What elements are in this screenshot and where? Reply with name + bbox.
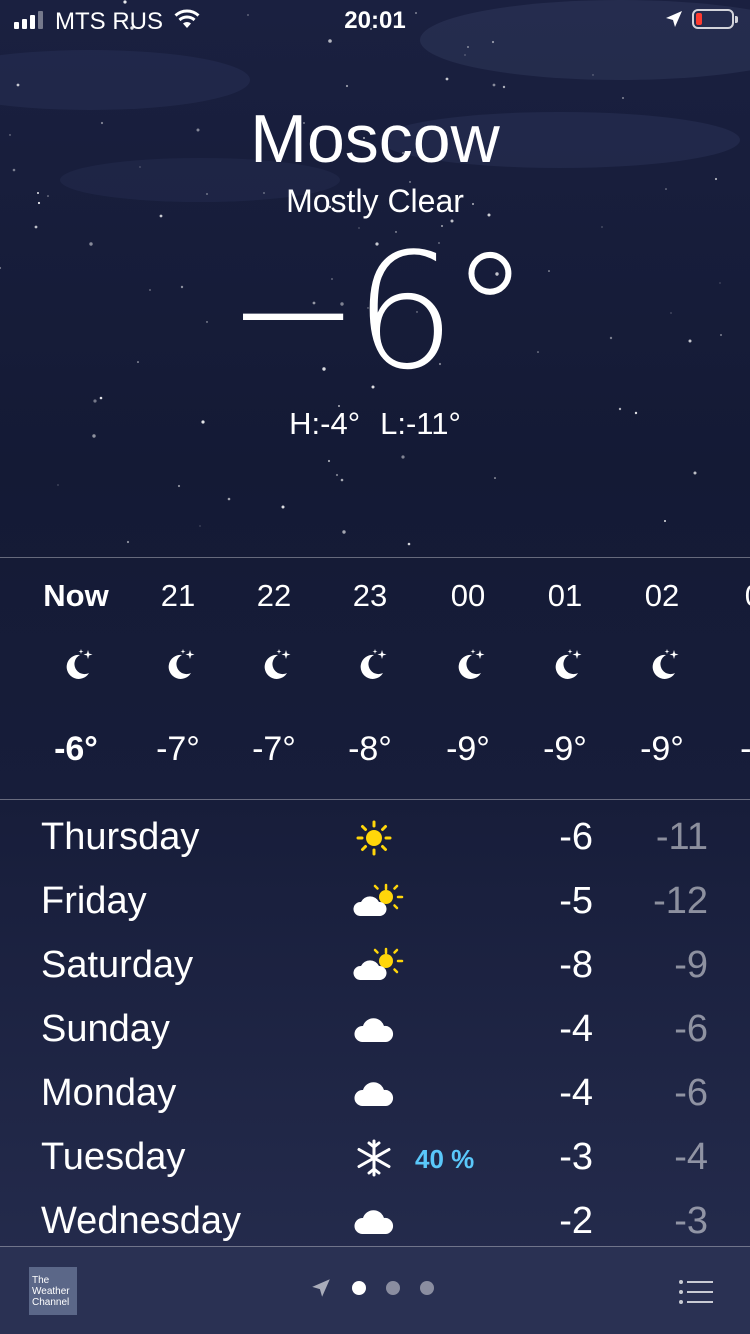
hour-label: 22 bbox=[256, 578, 292, 613]
day-high: -4 bbox=[559, 1072, 593, 1114]
current-temperature: −6° bbox=[226, 218, 530, 405]
hour-label: Now bbox=[43, 578, 109, 613]
snowflake-icon bbox=[352, 1138, 404, 1178]
hour-temp: -8° bbox=[348, 730, 392, 768]
page-dot[interactable] bbox=[420, 1281, 434, 1295]
day-name: Friday bbox=[41, 880, 147, 922]
moon-stars-icon bbox=[744, 646, 750, 686]
hour-temp: -7° bbox=[156, 730, 200, 768]
page-dot[interactable] bbox=[386, 1281, 400, 1295]
cloud-icon bbox=[352, 1202, 404, 1242]
hour-temp: -9° bbox=[712, 730, 750, 769]
hour-temp: -6° bbox=[54, 730, 98, 768]
partly-cloudy-icon bbox=[352, 946, 404, 986]
day-high: -5 bbox=[559, 880, 593, 922]
hourly-forecast[interactable]: Now -6° 21 -7° 22 -7° 23 -8° 00 -9° 01 -9° 02 -9° 03 -9… bbox=[0, 558, 750, 799]
moon-stars-icon bbox=[256, 646, 296, 686]
cloud-icon bbox=[352, 1010, 404, 1050]
hour-label: 01 bbox=[547, 578, 583, 613]
high-low: H:-4° L:-11° bbox=[0, 406, 750, 442]
day-low: -4 bbox=[674, 1136, 708, 1178]
status-time: 20:01 bbox=[344, 7, 406, 34]
day-high: -6 bbox=[559, 816, 593, 858]
day-high: -4 bbox=[559, 1008, 593, 1050]
day-row: Thursday -6 -11 bbox=[0, 808, 750, 872]
condition-text: Mostly Clear bbox=[286, 183, 464, 219]
sun-icon bbox=[352, 818, 404, 858]
day-low: -6 bbox=[674, 1072, 708, 1114]
day-name: Saturday bbox=[41, 944, 194, 986]
cloud-icon bbox=[352, 1074, 404, 1114]
day-name: Thursday bbox=[41, 816, 200, 858]
hour-label: 03 bbox=[712, 578, 750, 614]
hour-label: 21 bbox=[160, 578, 196, 613]
day-low: -6 bbox=[674, 1008, 708, 1050]
day-high: -3 bbox=[559, 1136, 593, 1178]
status-bar: MTS RUS 20:01 bbox=[0, 0, 750, 40]
day-row: Tuesday 40 % -3 -4 bbox=[0, 1128, 750, 1192]
day-low: -11 bbox=[655, 816, 708, 858]
list-icon[interactable] bbox=[679, 1279, 713, 1305]
day-high: -8 bbox=[559, 944, 593, 986]
hour-label: 23 bbox=[352, 578, 388, 613]
location-arrow-icon bbox=[312, 1279, 330, 1297]
high-temp: H:-4° bbox=[289, 406, 361, 441]
moon-stars-icon bbox=[58, 646, 98, 686]
hour-temp: -9° bbox=[640, 730, 684, 768]
divider bbox=[0, 799, 750, 800]
city-name: Moscow bbox=[250, 101, 500, 177]
hour-label: 02 bbox=[644, 578, 680, 613]
day-low: -3 bbox=[674, 1200, 708, 1242]
day-name: Wednesday bbox=[41, 1200, 241, 1242]
moon-stars-icon bbox=[450, 646, 490, 686]
day-high: -2 bbox=[559, 1200, 593, 1242]
page-indicator[interactable] bbox=[310, 1277, 434, 1299]
location-arrow-icon bbox=[666, 11, 682, 27]
day-low: -9 bbox=[674, 944, 708, 986]
day-name: Tuesday bbox=[41, 1136, 186, 1178]
day-row: Monday -4 -6 bbox=[0, 1064, 750, 1128]
day-row: Friday -5 -12 bbox=[0, 872, 750, 936]
moon-stars-icon bbox=[644, 646, 684, 686]
page-dot[interactable] bbox=[352, 1281, 366, 1295]
day-name: Monday bbox=[41, 1072, 177, 1114]
hour-temp: -9° bbox=[543, 730, 587, 768]
moon-stars-icon bbox=[160, 646, 200, 686]
day-low: -12 bbox=[653, 880, 708, 922]
weather-channel-logo[interactable]: The Weather Channel bbox=[29, 1267, 77, 1315]
moon-stars-icon bbox=[352, 646, 392, 686]
hour-label: 00 bbox=[450, 578, 486, 613]
day-row: Saturday -8 -9 bbox=[0, 936, 750, 1000]
hour-temp: -9° bbox=[446, 730, 490, 768]
low-temp: L:-11° bbox=[380, 406, 461, 441]
battery-icon bbox=[692, 9, 738, 29]
precip-chance: 40 % bbox=[415, 1144, 475, 1174]
moon-stars-icon bbox=[547, 646, 587, 686]
bottom-toolbar: The Weather Channel bbox=[0, 1247, 750, 1334]
day-name: Sunday bbox=[41, 1008, 170, 1050]
day-row: Sunday -4 -6 bbox=[0, 1000, 750, 1064]
partly-cloudy-icon bbox=[352, 882, 404, 922]
hour-temp: -7° bbox=[252, 730, 296, 768]
